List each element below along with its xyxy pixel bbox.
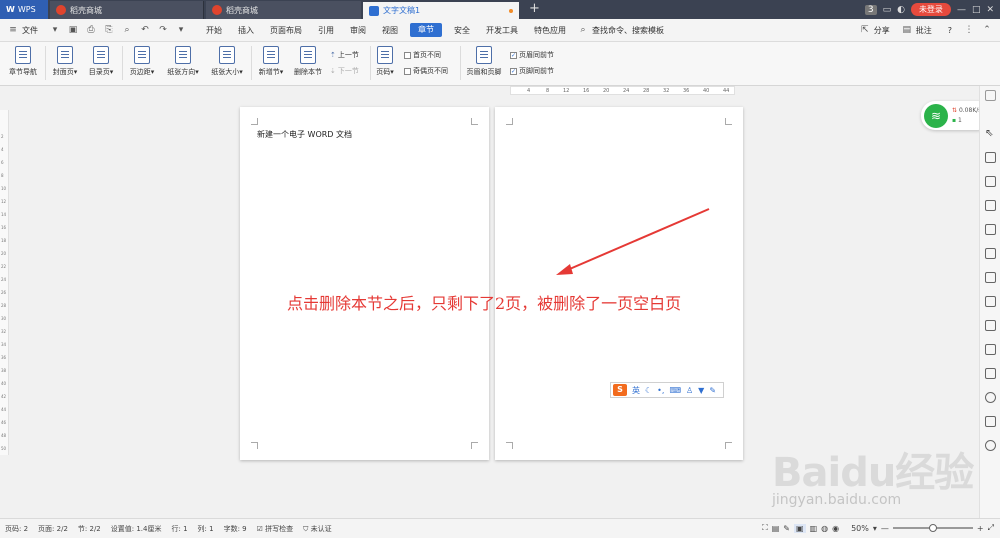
watermark-brand: Baidu经验 (772, 450, 974, 496)
network-count: 1 (958, 116, 962, 124)
help-icon[interactable] (985, 440, 996, 451)
moon-icon[interactable]: ☾ (645, 386, 652, 395)
shield-icon: ⛉ (303, 524, 309, 533)
zoom-out-button[interactable]: — (881, 524, 889, 533)
outline-icon[interactable]: ▤ (772, 524, 780, 533)
ime-mode[interactable]: 英 (632, 385, 640, 396)
spellcheck-icon: ☑ (256, 524, 263, 533)
wifi-icon: ≋ (924, 103, 948, 128)
backup-icon[interactable] (985, 416, 996, 427)
image-icon[interactable] (985, 368, 996, 379)
watermark-url: jingyan.baidu.com (772, 492, 902, 508)
voice-icon[interactable]: ♙ (686, 386, 693, 395)
sogou-logo-icon: S (613, 384, 627, 396)
adjust-icon[interactable] (985, 224, 996, 235)
sidebar-toggle-icon[interactable] (985, 90, 996, 101)
keyboard-icon[interactable]: ⌨ (669, 386, 681, 395)
certification-label: 未认证 (310, 524, 332, 533)
spellcheck-label: 拼写检查 (265, 524, 294, 533)
sliders-icon[interactable] (985, 248, 996, 259)
link-icon[interactable] (985, 320, 996, 331)
traffic-arrows-icon: ⇅ (952, 106, 958, 114)
ime-toolbar[interactable]: S 英 ☾ •, ⌨ ♙ ▼ ✎ (610, 382, 724, 398)
baidu-watermark: Baidu经验 jingyan.baidu.com (762, 430, 982, 520)
status-col[interactable]: 列: 1 (193, 524, 219, 534)
refresh-icon[interactable] (985, 392, 996, 403)
certification-button[interactable]: ⛉ 未认证 (298, 524, 336, 534)
right-sidebar: ⇖ (979, 86, 1000, 518)
export-icon[interactable] (985, 296, 996, 307)
wrench-icon[interactable]: ✎ (709, 386, 716, 395)
zoom-value[interactable]: 50% (851, 524, 869, 533)
style-icon[interactable] (985, 176, 996, 187)
status-setting[interactable]: 设置值: 1.4厘米 (106, 524, 167, 534)
spellcheck-button[interactable]: ☑ 拼写检查 (252, 524, 299, 534)
chevron-down-icon[interactable]: ▾ (873, 524, 877, 533)
annotation-text: 点击删除本节之后，只剩下了2页，被删除了一页空白页 (287, 294, 682, 313)
lock-icon: ▪ (952, 116, 957, 124)
zoom-in-button[interactable]: + (977, 524, 984, 533)
page-view-icon[interactable]: ▣ (794, 523, 806, 533)
punctuation-icon[interactable]: •, (657, 386, 664, 395)
skin-shirt-icon[interactable]: ▼ (698, 386, 704, 395)
eye-icon[interactable]: ◉ (832, 524, 839, 533)
web-view-icon[interactable]: ◍ (821, 524, 828, 533)
cursor-icon[interactable]: ⇖ (985, 128, 996, 139)
status-row[interactable]: 行: 1 (166, 524, 192, 534)
form-icon[interactable] (985, 344, 996, 355)
reading-view-icon[interactable]: ▥ (810, 524, 818, 533)
zoom-controls: ⛶ ▤ ✎ ▣ ▥ ◍ ◉ 50% ▾ — + ⤢ (762, 523, 994, 533)
status-bar: 页码: 2 页面: 2/2 节: 2/2 设置值: 1.4厘米 行: 1 列: … (0, 518, 1000, 538)
status-pages[interactable]: 页面: 2/2 (33, 524, 73, 534)
zoom-slider-knob[interactable] (928, 524, 937, 532)
table-icon[interactable] (985, 200, 996, 211)
pen-icon[interactable]: ✎ (783, 524, 790, 533)
fit-page-icon[interactable]: ⤢ (988, 523, 994, 533)
fullscreen-icon[interactable]: ⛶ (762, 523, 768, 533)
status-chars[interactable]: 字数: 9 (219, 524, 252, 534)
shapes-icon[interactable] (985, 152, 996, 163)
status-page[interactable]: 页码: 2 (0, 524, 33, 534)
status-section[interactable]: 节: 2/2 (73, 524, 106, 534)
zoom-slider[interactable] (892, 524, 973, 532)
document-assist-icon[interactable] (985, 272, 996, 283)
